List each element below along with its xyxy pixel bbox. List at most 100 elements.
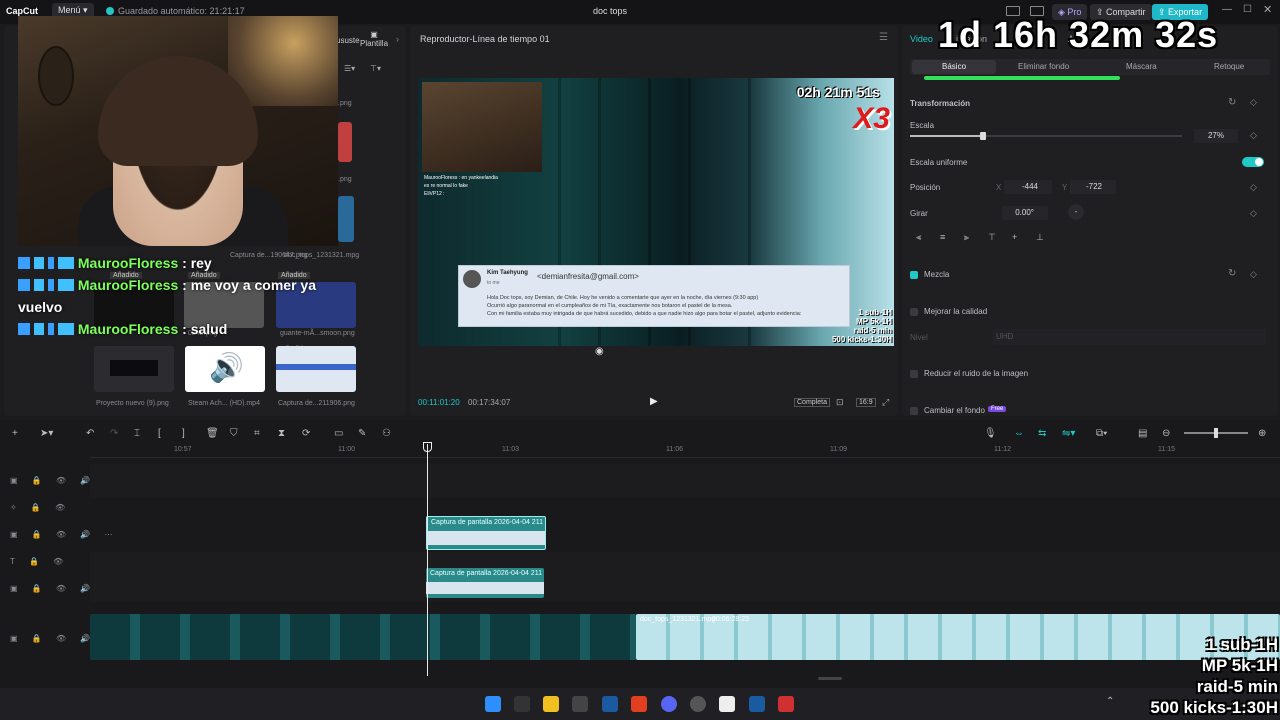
scale-input[interactable]: 27% <box>1194 129 1238 143</box>
rotate-icon[interactable]: ⟳ <box>302 428 310 439</box>
preview-axis-icon[interactable]: ⧉▾ <box>1096 428 1107 439</box>
screenshot-icon[interactable]: ⊡ <box>836 397 844 408</box>
close-icon[interactable]: ✕ <box>1263 3 1272 16</box>
steam-icon[interactable] <box>602 696 618 712</box>
align-center-icon[interactable]: ≡ <box>940 232 945 242</box>
magnet-icon[interactable]: ⇆ <box>1038 428 1046 439</box>
minimize-icon[interactable]: — <box>1222 4 1232 15</box>
media-thumb-partial-2[interactable] <box>338 196 354 242</box>
windows-start-icon[interactable] <box>485 696 501 712</box>
align-left-icon[interactable]: ⫷ <box>916 232 921 243</box>
cpu-icon[interactable] <box>572 696 588 712</box>
level-select[interactable]: UHD <box>992 329 1266 345</box>
track-controls[interactable]: ▣ 🔒 👁 🔊 ⋯ <box>10 530 119 539</box>
complete-button[interactable]: Completa <box>794 398 830 407</box>
change-bg-label[interactable]: Cambiar el fondo <box>924 406 985 415</box>
zoom-slider-knob[interactable] <box>1214 428 1218 438</box>
video-preview[interactable]: MaurooFloress : en yankeelandia es re no… <box>418 78 894 346</box>
delete-icon[interactable]: 🗑 <box>206 428 219 439</box>
position-y-input[interactable]: -722 <box>1070 180 1116 194</box>
folder-icon[interactable] <box>543 696 559 712</box>
select-tool-icon[interactable]: ➤▾ <box>40 428 53 439</box>
position-keyframe-icon[interactable]: ◇ <box>1250 182 1257 193</box>
app-icon[interactable] <box>778 696 794 712</box>
denoise-checkbox[interactable] <box>910 370 918 378</box>
blend-reset-icon[interactable]: ↻ <box>1228 268 1236 279</box>
tab-video[interactable]: Video <box>910 34 933 44</box>
media-tab-adjust[interactable]: ususte <box>336 36 360 45</box>
fullscreen-icon[interactable]: ⤢ <box>882 397 889 408</box>
change-bg-checkbox[interactable] <box>910 407 918 415</box>
rotate-input[interactable]: 0.00° <box>1002 206 1048 220</box>
timeline-scrollbar[interactable] <box>818 677 842 680</box>
terminal-icon[interactable] <box>514 696 530 712</box>
discord-icon[interactable] <box>661 696 677 712</box>
track-controls[interactable]: T 🔒 👁 <box>10 557 69 566</box>
zoom-out-icon[interactable]: ⊖ <box>1162 428 1170 439</box>
mic-icon[interactable]: 🎙 <box>984 428 997 439</box>
filter-icon[interactable]: ⊤▾ <box>370 64 381 73</box>
align-right-icon[interactable]: ⫸ <box>964 232 969 243</box>
align-middle-icon[interactable]: + <box>1012 232 1017 242</box>
mirror-icon[interactable]: ⧗ <box>278 428 285 439</box>
undo-icon[interactable]: ↶ <box>86 428 94 439</box>
player-menu-icon[interactable]: ☰ <box>879 32 888 43</box>
transform-heading[interactable]: Transformación <box>910 99 970 108</box>
caption-icon[interactable]: ▤ <box>1138 428 1147 439</box>
timeline-main-clip-left[interactable] <box>90 614 636 660</box>
rotate-keyframe-icon[interactable]: ◇ <box>1250 208 1257 219</box>
media-tab-templates[interactable]: ▣ Plantilla <box>360 30 388 48</box>
brave-icon[interactable] <box>631 696 647 712</box>
subtab-remove-bg[interactable]: Eliminar fondo <box>1018 62 1069 71</box>
rotate-handle-icon[interactable]: ◉ <box>595 346 604 357</box>
play-icon[interactable]: ▶ <box>650 396 658 407</box>
obs-icon[interactable] <box>690 696 706 712</box>
snap-icon[interactable]: ⇋▾ <box>1062 428 1075 439</box>
scale-slider-knob[interactable] <box>980 132 986 140</box>
enhance-checkbox[interactable] <box>910 308 918 316</box>
blend-label[interactable]: Mezcla <box>924 270 949 279</box>
media-thumb-captura[interactable] <box>276 346 356 392</box>
blend-checkbox[interactable] <box>910 271 918 279</box>
align-bottom-icon[interactable]: ⊥ <box>1036 232 1044 243</box>
blend-keyframe-icon[interactable]: ◇ <box>1250 269 1257 280</box>
playhead-handle[interactable] <box>423 442 432 452</box>
denoise-label[interactable]: Reducir el ruido de la imagen <box>924 369 1028 378</box>
time-ruler[interactable]: 10:57 11:00 11:03 11:06 11:09 11:12 11:1… <box>90 444 1280 458</box>
zoom-in-icon[interactable]: ⊕ <box>1258 428 1266 439</box>
freeze-icon[interactable]: ▭ <box>334 428 343 439</box>
subtab-basic[interactable]: Básico <box>942 62 966 71</box>
ratio-button[interactable]: 16:9 <box>856 398 876 407</box>
redo-icon[interactable]: ↷ <box>110 428 118 439</box>
position-x-input[interactable]: -444 <box>1004 180 1052 194</box>
uniform-scale-toggle[interactable] <box>1242 157 1264 167</box>
split-icon[interactable]: ⌶ <box>134 428 140 439</box>
media-thumb-proyecto[interactable] <box>94 346 174 392</box>
rotate-dial[interactable]: - <box>1068 204 1084 220</box>
trim-right-icon[interactable]: ] <box>182 428 185 439</box>
keyframe-icon[interactable]: ◇ <box>1250 97 1257 108</box>
playhead[interactable] <box>427 444 428 676</box>
timeline-clip-screenshot-2[interactable]: Captura de pantalla 2026-04-04 211 <box>426 568 544 598</box>
align-top-icon[interactable]: ⊤ <box>988 232 996 243</box>
timeline-clip-screenshot-1[interactable]: Captura de pantalla 2026-04-04 211 <box>426 516 546 550</box>
scale-slider-track[interactable] <box>910 132 1182 140</box>
crop-icon[interactable]: ⌗ <box>254 428 260 439</box>
subtab-retouch[interactable]: Retoque <box>1214 62 1244 71</box>
enhance-label[interactable]: Mejorar la calidad <box>924 307 987 316</box>
add-icon[interactable]: + <box>12 428 18 439</box>
subtab-mask[interactable]: Máscara <box>1126 62 1157 71</box>
shield-icon[interactable]: ⛉ <box>230 428 238 439</box>
chevron-right-icon[interactable]: › <box>396 34 399 44</box>
scale-keyframe-icon[interactable]: ◇ <box>1250 130 1257 141</box>
magic-icon[interactable]: ✎ <box>358 428 366 439</box>
sort-icon[interactable]: ☰▾ <box>344 64 355 73</box>
capcut-icon[interactable] <box>719 696 735 712</box>
people-icon[interactable]: ⚇ <box>382 428 391 439</box>
track-controls[interactable]: ✧ 🔒 👁 <box>10 503 71 512</box>
maximize-icon[interactable]: ☐ <box>1243 4 1252 15</box>
trim-left-icon[interactable]: [ <box>158 428 161 439</box>
link-icon[interactable]: ⇔ <box>1014 428 1024 439</box>
steam-icon-2[interactable] <box>749 696 765 712</box>
email-screenshot[interactable]: Kim Taehyung <demianfresita@gmail.com> t… <box>458 265 850 327</box>
